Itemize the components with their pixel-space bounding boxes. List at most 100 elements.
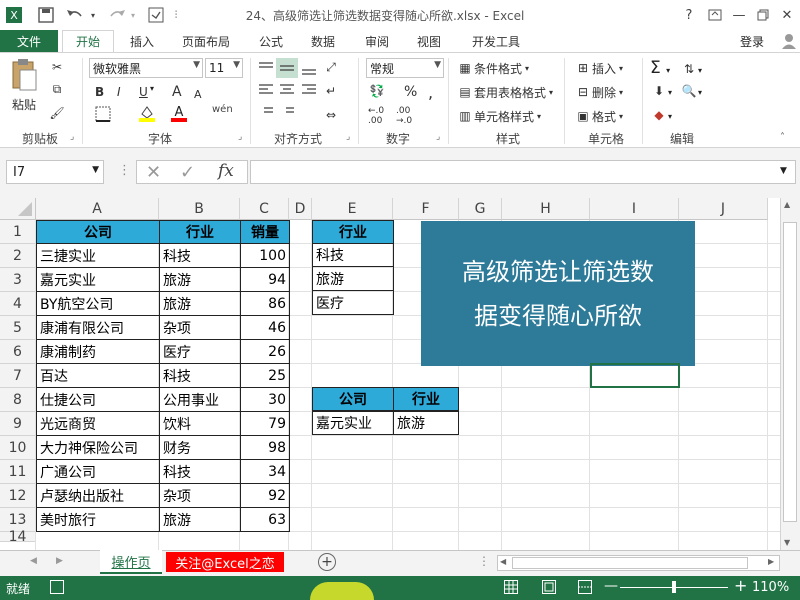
result-header-company[interactable]: 公司 xyxy=(312,387,394,411)
row-header[interactable]: 10 xyxy=(0,436,36,460)
row-header[interactable]: 4 xyxy=(0,292,36,316)
italic-button[interactable]: I xyxy=(117,82,121,102)
main-cell-industry[interactable]: 财务 xyxy=(159,435,241,460)
sheet-prev-icon[interactable]: ◀ xyxy=(30,556,37,566)
save-icon[interactable] xyxy=(36,6,56,24)
borders-icon[interactable] xyxy=(95,106,111,125)
main-cell-sales[interactable]: 98 xyxy=(240,435,290,460)
row-header[interactable]: 6 xyxy=(0,340,36,364)
main-cell-company[interactable]: 光远商贸 xyxy=(36,411,160,436)
main-cell-company[interactable]: 大力神保险公司 xyxy=(36,435,160,460)
result-cell-company[interactable]: 嘉元实业 xyxy=(312,411,394,435)
selected-cell[interactable] xyxy=(590,363,680,388)
phonetic-icon[interactable]: wén xyxy=(212,104,233,115)
main-cell-company[interactable]: 美时旅行 xyxy=(36,507,160,532)
column-header-c[interactable]: C xyxy=(240,198,289,220)
main-cell-company[interactable]: 康浦制药 xyxy=(36,339,160,364)
zoom-out-icon[interactable]: — xyxy=(604,578,618,594)
close-icon[interactable]: ✕ xyxy=(774,4,800,26)
main-cell-industry[interactable]: 科技 xyxy=(159,459,241,484)
shrink-font-button[interactable]: A xyxy=(194,84,202,104)
format-painter-icon[interactable]: 🖌 xyxy=(48,104,66,122)
accounting-icon[interactable]: 💱 xyxy=(368,82,386,100)
main-cell-sales[interactable]: 63 xyxy=(240,507,290,532)
fill-color-icon[interactable] xyxy=(138,104,156,125)
main-cell-company[interactable]: 卢瑟纳出版社 xyxy=(36,483,160,508)
scroll-left-icon[interactable]: ◀ xyxy=(500,557,506,566)
collapse-ribbon-icon[interactable]: ˄ xyxy=(780,132,785,143)
merge-center-icon[interactable]: ⇔ xyxy=(322,106,340,124)
main-cell-industry[interactable]: 科技 xyxy=(159,363,241,388)
login-link[interactable]: 登录 xyxy=(740,30,776,52)
macro-record-icon[interactable] xyxy=(50,580,64,594)
column-header-d[interactable]: D xyxy=(289,198,312,220)
undo-dropdown-icon[interactable]: ▾ xyxy=(88,6,98,24)
main-cell-industry[interactable]: 科技 xyxy=(159,243,241,268)
row-header[interactable]: 9 xyxy=(0,412,36,436)
wrap-text-icon[interactable]: ↵ xyxy=(322,82,340,100)
main-cell-company[interactable]: 仕捷公司 xyxy=(36,387,160,412)
cut-icon[interactable]: ✂ xyxy=(48,58,66,76)
format-as-table-button[interactable]: ▤ 套用表格格式 ▾ xyxy=(456,82,553,102)
redo-dropdown-icon[interactable]: ▾ xyxy=(128,6,138,24)
column-header-f[interactable]: F xyxy=(393,198,459,220)
zoom-level[interactable]: 110% xyxy=(752,580,789,595)
criteria-cell[interactable]: 医疗 xyxy=(312,291,394,315)
page-break-view-icon[interactable] xyxy=(578,580,592,594)
bold-button[interactable]: B xyxy=(95,82,104,102)
main-cell-sales[interactable]: 26 xyxy=(240,339,290,364)
font-color-icon[interactable]: A xyxy=(170,104,188,125)
main-cell-company[interactable]: BY航空公司 xyxy=(36,291,160,316)
alignment-launcher-icon[interactable]: ⌟ xyxy=(346,132,350,142)
row-header[interactable]: 11 xyxy=(0,460,36,484)
column-header-h[interactable]: H xyxy=(502,198,590,220)
tab-data[interactable]: 数据 xyxy=(308,30,338,52)
main-cell-industry[interactable]: 杂项 xyxy=(159,483,241,508)
font-size-combo[interactable]: 11 ▼ xyxy=(205,58,243,78)
row-header[interactable]: 12 xyxy=(0,484,36,508)
tab-developer[interactable]: 开发工具 xyxy=(468,30,524,52)
tab-review[interactable]: 审阅 xyxy=(362,30,392,52)
tab-file[interactable]: 文件 xyxy=(0,30,58,52)
row-header[interactable]: 5 xyxy=(0,316,36,340)
tab-insert[interactable]: 插入 xyxy=(128,30,156,52)
row-header[interactable]: 2 xyxy=(0,244,36,268)
undo-icon[interactable] xyxy=(64,6,86,24)
column-header-a[interactable]: A xyxy=(36,198,159,220)
help-button[interactable]: ? xyxy=(676,4,702,26)
decrease-decimal-icon[interactable]: .00 →.0 xyxy=(396,106,412,126)
ribbon-display-icon[interactable] xyxy=(702,4,728,26)
scroll-down-icon[interactable]: ▼ xyxy=(784,538,790,547)
main-cell-sales[interactable]: 34 xyxy=(240,459,290,484)
main-cell-industry[interactable]: 旅游 xyxy=(159,291,241,316)
font-launcher-icon[interactable]: ⌟ xyxy=(238,132,242,142)
tab-formulas[interactable]: 公式 xyxy=(256,30,286,52)
tab-page-layout[interactable]: 页面布局 xyxy=(178,30,234,52)
cancel-icon[interactable]: ✕ xyxy=(146,162,161,183)
select-all-button[interactable] xyxy=(0,198,36,220)
tab-split-grip-icon[interactable]: ⋮ xyxy=(478,554,490,568)
scroll-right-icon[interactable]: ▶ xyxy=(768,557,774,566)
find-select-icon[interactable]: 🔍 ▾ xyxy=(680,82,703,100)
add-sheet-button[interactable]: + xyxy=(318,553,336,571)
page-layout-view-icon[interactable] xyxy=(542,580,556,594)
increase-decimal-icon[interactable]: ←.0.00 xyxy=(368,106,384,126)
main-cell-industry[interactable]: 旅游 xyxy=(159,267,241,292)
main-cell-company[interactable]: 三捷实业 xyxy=(36,243,160,268)
restore-icon[interactable] xyxy=(750,4,776,26)
scroll-up-icon[interactable]: ▲ xyxy=(784,200,790,209)
main-cell-sales[interactable]: 86 xyxy=(240,291,290,316)
row-header[interactable]: 14 xyxy=(0,529,36,545)
format-cells-button[interactable]: ▣ 格式 ▾ xyxy=(574,106,623,126)
clipboard-launcher-icon[interactable]: ⌟ xyxy=(70,132,74,142)
main-cell-sales[interactable]: 25 xyxy=(240,363,290,388)
row-header[interactable]: 8 xyxy=(0,388,36,412)
main-header-industry[interactable]: 行业 xyxy=(159,220,241,244)
criteria-header[interactable]: 行业 xyxy=(312,220,394,244)
main-cell-company[interactable]: 康浦有限公司 xyxy=(36,315,160,340)
criteria-cell[interactable]: 旅游 xyxy=(312,267,394,291)
name-box[interactable]: I7 ▼ xyxy=(6,160,104,184)
sheet-next-icon[interactable]: ▶ xyxy=(56,556,63,566)
tab-home[interactable]: 开始 xyxy=(62,30,114,52)
title-banner[interactable]: 高级筛选让筛选数 据变得随心所欲 xyxy=(421,221,695,366)
